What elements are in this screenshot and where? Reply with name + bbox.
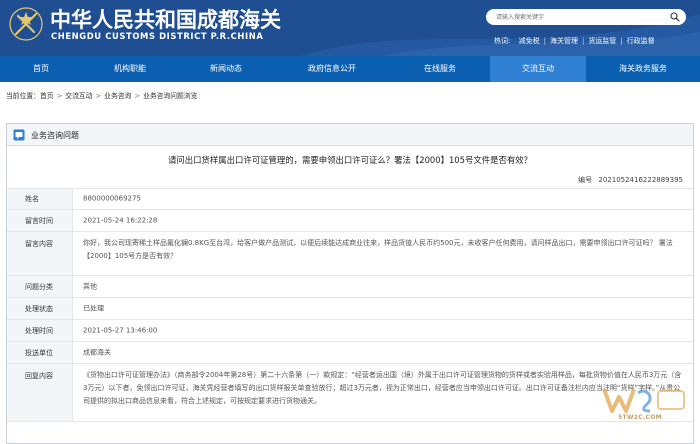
nav-item-home[interactable]: 首页 [0,56,82,82]
row-label-cell: 处理时间 [7,320,73,341]
row-value: 成都海关 [83,348,111,356]
watermark-w-icon [602,388,685,413]
detail-table: 姓名 8800000069275 留言时间 2021-05-24 16:22:2… [7,188,693,422]
hot-word-link[interactable]: 减免税 [519,36,540,46]
site-title[interactable]: 中华人民共和国成都海关 [50,4,281,34]
consult-detail-panel: 业务咨询问题 请问出口货样属出口许可证管理的，需要申领出口许可证么？署法【200… [6,123,694,444]
question-number-value: 20210524162228893​95 [598,176,683,184]
breadcrumb: 当前位置：首页 > 交流互动 > 业务咨询 > 业务咨询问题浏览 [6,90,197,100]
panel-header: 业务咨询问题 [7,124,693,146]
row-label: 处理状态 [25,304,53,313]
divider: | [620,37,623,45]
breadcrumb-link-consult[interactable]: 业务咨询 [104,92,131,100]
question-number: 编号 20210524162228893​95 [578,175,683,185]
row-value: 2021-05-27 13:46:00 [83,326,158,334]
table-row: 处理状态 已处理 [7,298,693,320]
question-number-label: 编号 [578,176,593,184]
nav-item-online-service[interactable]: 在线服务 [390,56,490,82]
breadcrumb-prefix: 当前位置： [6,92,40,100]
row-label-cell: 姓名 [7,189,73,209]
row-value: 你好，我公司现寄稀土样品氟化镧0.8KG至台湾，给客户做产品测试，以便后续能达成… [83,239,673,260]
breadcrumb-separator: > [134,92,141,100]
panel-title: 业务咨询问题 [31,131,79,140]
nav-item-gov-service[interactable]: 海关政务服务 [586,56,700,82]
divider: | [543,37,546,45]
row-label: 留言内容 [25,240,53,248]
table-row: 回复内容 《货物出口许可证管理办法》（商务部令2004年第28号）第二十六条第（… [7,364,693,422]
row-label: 姓名 [25,195,39,203]
hot-words: 热词: 减免税 | 海关管理 | 货运监管 | 行政监督 [494,36,655,46]
search-box [486,9,686,25]
table-row: 处理时间 2021-05-27 13:46:00 [7,320,693,342]
row-value: 其他 [83,282,97,290]
row-value: 已处理 [83,304,104,312]
question-title: 请问出口货样属出口许可证管理的，需要申领出口许可证么？署法【2000】105号文… [168,155,532,165]
row-label-cell: 投送单位 [7,342,73,363]
nav-item-functions[interactable]: 机构职能 [82,56,178,82]
hot-word-link[interactable]: 行政监督 [627,36,655,46]
row-label-cell: 处理状态 [7,298,73,319]
watermark-text: 5TW2C.COM [618,414,662,421]
site-subtitle: CHENGDU CUSTOMS DISTRICT P.R.CHINA [51,31,264,41]
table-row: 问题分类 其他 [7,276,693,298]
row-label-cell: 回复内容 [7,364,73,421]
row-value: 《货物出口许可证管理办法》（商务部令2004年第28号）第二十六条第（一）款规定… [83,371,682,405]
hot-word-link[interactable]: 海关管理 [550,36,578,46]
nav-item-news[interactable]: 新闻动态 [178,56,274,82]
row-label-cell: 留言时间 [7,210,73,231]
row-label: 留言时间 [25,216,53,225]
breadcrumb-link-home[interactable]: 首页 [40,92,54,100]
hot-words-label: 热词: [494,37,511,45]
table-row: 姓名 8800000069275 [7,189,693,210]
row-value: 2021-05-24 16:22:28 [83,216,158,224]
row-label: 处理时间 [25,326,53,335]
hot-word-link[interactable]: 货运监管 [588,36,616,46]
nav-item-interaction[interactable]: 交流互动 [490,56,586,82]
row-label: 投送单位 [25,348,53,357]
site-header: 中华人民共和国成都海关 CHENGDU CUSTOMS DISTRICT P.R… [0,0,700,56]
customs-emblem-icon [9,7,43,41]
search-icon[interactable] [670,12,680,22]
table-row: 投送单位 成都海关 [7,342,693,364]
main-nav: 首页 机构职能 新闻动态 政府信息公开 在线服务 交流互动 海关政务服务 [0,56,700,82]
breadcrumb-separator: > [56,92,63,100]
breadcrumb-current: 业务咨询问题浏览 [143,92,198,100]
row-label: 问题分类 [25,282,53,291]
row-label-cell: 留言内容 [7,232,73,275]
divider: | [581,37,585,45]
breadcrumb-link-interaction[interactable]: 交流互动 [65,92,92,100]
row-label: 回复内容 [25,372,53,380]
breadcrumb-separator: > [95,92,102,100]
row-value: 8800000069275 [83,194,141,203]
table-row: 留言时间 2021-05-24 16:22:28 [7,210,693,232]
row-label-cell: 问题分类 [7,276,73,297]
nav-item-gov-info[interactable]: 政府信息公开 [274,56,390,82]
watermark-logo: 5TW2C.COM [600,385,690,435]
table-row: 留言内容 你好，我公司现寄稀土样品氟化镧0.8KG至台湾，给客户做产品测试，以便… [7,232,693,276]
search-input[interactable] [496,11,661,23]
question-icon [13,129,25,141]
